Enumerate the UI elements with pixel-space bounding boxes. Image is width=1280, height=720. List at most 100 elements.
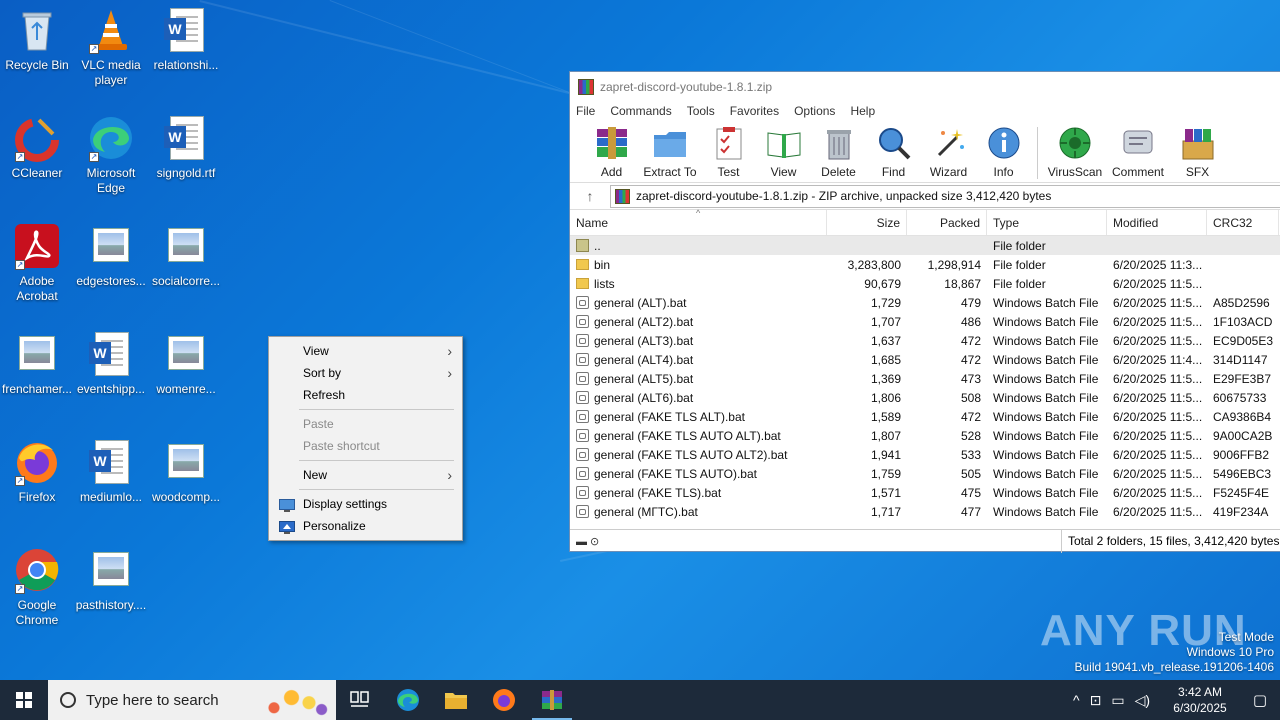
menu-file[interactable]: File bbox=[576, 104, 595, 118]
wizard-button[interactable]: Wizard bbox=[921, 125, 976, 179]
menu-favorites[interactable]: Favorites bbox=[730, 104, 779, 118]
taskbar-file-explorer[interactable] bbox=[432, 680, 480, 720]
cell-name: general (ALT2).bat bbox=[570, 315, 827, 329]
desktop-icon-frenchamer[interactable]: frenchamer... bbox=[0, 330, 74, 397]
column-header-crc32[interactable]: CRC32 bbox=[1207, 210, 1279, 235]
menu-item-new[interactable]: New › bbox=[269, 464, 462, 486]
desktop-icon-pasthistory[interactable]: pasthistory.... bbox=[74, 546, 148, 613]
file-row[interactable]: general (ALT5).bat 1,369 473 Windows Batch … bbox=[570, 369, 1280, 388]
desktop-icon-signgold-rtf[interactable]: W signgold.rtf bbox=[149, 114, 223, 181]
file-row[interactable]: general (МГТС).bat 1,717 477 Windows Batch … bbox=[570, 502, 1280, 521]
cell-text: lists bbox=[594, 276, 615, 291]
desktop-icon-relationship-doc[interactable]: W relationshi... bbox=[149, 6, 223, 73]
task-view-button[interactable] bbox=[336, 680, 384, 720]
file-row[interactable]: general (ALT6).bat 1,806 508 Windows Batch … bbox=[570, 388, 1280, 407]
info-icon bbox=[986, 125, 1022, 161]
cell-crc: 60675733 bbox=[1207, 391, 1279, 405]
cell-text: general (МГТС).bat bbox=[594, 504, 698, 519]
desktop-icon-mediumlo[interactable]: W mediumlo... bbox=[74, 438, 148, 505]
cell-text: Windows Batch File bbox=[993, 371, 1099, 386]
file-row[interactable]: general (FAKE TLS).bat 1,571 475 Windows Ba… bbox=[570, 483, 1280, 502]
file-row[interactable]: general (FAKE TLS AUTO ALT2).bat 1,941 533… bbox=[570, 445, 1280, 464]
cell-name: general (FAKE TLS AUTO ALT).bat bbox=[570, 429, 827, 443]
info-button[interactable]: Info bbox=[976, 125, 1031, 179]
file-row[interactable]: .. File folder bbox=[570, 236, 1280, 255]
view-button[interactable]: View bbox=[756, 125, 811, 179]
drive-status-icon[interactable]: ▬ ⊙ bbox=[570, 535, 630, 548]
notifications-icon[interactable]: ▢ bbox=[1240, 691, 1280, 709]
sfx-archive-icon bbox=[1180, 125, 1216, 161]
desktop-icon-edgestores[interactable]: edgestores... bbox=[74, 222, 148, 289]
desktop-icon-socialcorre[interactable]: socialcorre... bbox=[149, 222, 223, 289]
taskbar-firefox[interactable] bbox=[480, 680, 528, 720]
column-header-packed[interactable]: Packed bbox=[907, 210, 987, 235]
menu-item-paste[interactable]: Paste bbox=[269, 413, 462, 435]
menu-item-display-settings[interactable]: Display settings bbox=[269, 493, 462, 515]
cell-text: general (ALT3).bat bbox=[594, 333, 694, 348]
cell-crc: 9006FFB2 bbox=[1207, 448, 1279, 462]
archive-icon bbox=[615, 188, 630, 204]
desktop-icon-ccleaner[interactable]: ↗ CCleaner bbox=[0, 114, 74, 181]
desktop-icon-woodcomp[interactable]: woodcomp... bbox=[149, 438, 223, 505]
file-row[interactable]: general (ALT2).bat 1,707 486 Windows Batch … bbox=[570, 312, 1280, 331]
desktop-icon-eventshipp[interactable]: W eventshipp... bbox=[74, 330, 148, 397]
column-header-type[interactable]: Type bbox=[987, 210, 1107, 235]
firefox-icon: ↗ bbox=[13, 438, 61, 486]
cell-name: general (МГТС).bat bbox=[570, 505, 827, 519]
battery-icon[interactable]: ▭ bbox=[1111, 692, 1124, 709]
column-header-modified[interactable]: Modified bbox=[1107, 210, 1207, 235]
network-icon[interactable]: ⊡ bbox=[1090, 692, 1102, 709]
clock[interactable]: 3:42 AM 6/30/2025 bbox=[1160, 684, 1240, 716]
menu-tools[interactable]: Tools bbox=[687, 104, 715, 118]
batch-file-icon bbox=[576, 410, 589, 423]
menu-item-paste-shortcut[interactable]: Paste shortcut bbox=[269, 435, 462, 457]
file-row[interactable]: general (FAKE TLS AUTO ALT).bat 1,807 528 W… bbox=[570, 426, 1280, 445]
menu-item-personalize[interactable]: Personalize bbox=[269, 515, 462, 537]
window-title: zapret-discord-youtube-1.8.1.zip bbox=[600, 79, 773, 94]
menu-options[interactable]: Options bbox=[794, 104, 835, 118]
cell-text: 508 bbox=[960, 390, 981, 405]
desktop-icon-womenre[interactable]: womenre... bbox=[149, 330, 223, 397]
menu-item-sort-by[interactable]: Sort by › bbox=[269, 362, 462, 384]
taskbar-winrar[interactable] bbox=[528, 680, 576, 720]
virusscan-button[interactable]: VirusScan bbox=[1044, 125, 1106, 179]
test-button[interactable]: Test bbox=[701, 125, 756, 179]
add-button[interactable]: Add bbox=[584, 125, 639, 179]
desktop-icon-firefox[interactable]: ↗ Firefox bbox=[0, 438, 74, 505]
tray-chevron-up-icon[interactable]: ^ bbox=[1073, 692, 1080, 708]
title-bar[interactable]: zapret-discord-youtube-1.8.1.zip bbox=[570, 72, 1280, 101]
menu-help[interactable]: Help bbox=[850, 104, 875, 118]
desktop-icon-adobe-acrobat[interactable]: ↗ Adobe Acrobat bbox=[0, 222, 74, 304]
comment-button[interactable]: Comment bbox=[1106, 125, 1170, 179]
menu-item-refresh[interactable]: Refresh bbox=[269, 384, 462, 406]
file-row[interactable]: general (ALT).bat 1,729 479 Windows Batch F… bbox=[570, 293, 1280, 312]
desktop-icon-edge[interactable]: ↗ Microsoft Edge bbox=[74, 114, 148, 196]
menu-commands[interactable]: Commands bbox=[610, 104, 671, 118]
volume-icon[interactable]: ◁) bbox=[1135, 692, 1150, 709]
file-row[interactable]: general (FAKE TLS ALT).bat 1,589 472 Window… bbox=[570, 407, 1280, 426]
cell-type: File folder bbox=[987, 258, 1107, 272]
file-row[interactable]: bin 3,283,800 1,298,914 File folder 6/20/202… bbox=[570, 255, 1280, 274]
archive-path-field[interactable]: zapret-discord-youtube-1.8.1.zip - ZIP a… bbox=[610, 184, 1280, 208]
up-arrow-icon[interactable]: ↑ bbox=[570, 188, 610, 204]
desktop-icon-google-chrome[interactable]: ↗ Google Chrome bbox=[0, 546, 74, 628]
start-button[interactable] bbox=[0, 680, 48, 720]
taskbar-edge[interactable] bbox=[384, 680, 432, 720]
view-book-icon bbox=[766, 125, 802, 161]
file-row[interactable]: general (ALT4).bat 1,685 472 Windows Batch … bbox=[570, 350, 1280, 369]
delete-button[interactable]: Delete bbox=[811, 125, 866, 179]
desktop-icon-vlc[interactable]: ↗ VLC media player bbox=[74, 6, 148, 88]
extract-to-button[interactable]: Extract To bbox=[639, 125, 701, 179]
toolbar-label: Find bbox=[881, 165, 906, 179]
file-row[interactable]: lists 90,679 18,867 File folder 6/20/2025 11… bbox=[570, 274, 1280, 293]
file-row[interactable]: general (ALT3).bat 1,637 472 Windows Batch … bbox=[570, 331, 1280, 350]
desktop-icon-recycle-bin[interactable]: Recycle Bin bbox=[0, 6, 74, 73]
menu-item-view[interactable]: View › bbox=[269, 340, 462, 362]
watermark-line: Build 19041.vb_release.191206-1406 bbox=[1074, 660, 1275, 674]
file-row[interactable]: general (FAKE TLS AUTO).bat 1,759 505 Windo… bbox=[570, 464, 1280, 483]
sfx-button[interactable]: SFX bbox=[1170, 125, 1225, 179]
column-header-size[interactable]: Size bbox=[827, 210, 907, 235]
taskbar-search-box[interactable]: Type here to search bbox=[48, 680, 336, 720]
cell-crc: F5245F4E bbox=[1207, 486, 1279, 500]
find-button[interactable]: Find bbox=[866, 125, 921, 179]
